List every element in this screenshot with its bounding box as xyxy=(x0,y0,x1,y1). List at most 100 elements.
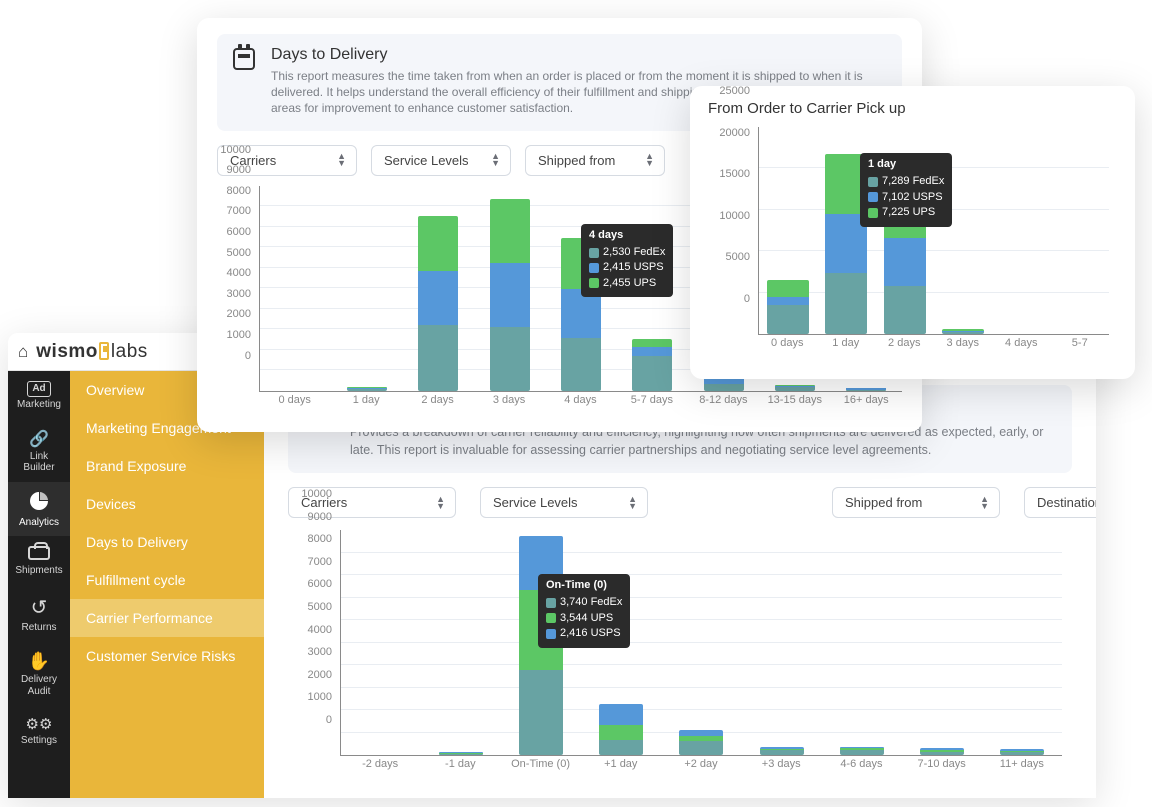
bar-segment[interactable] xyxy=(840,750,884,755)
filter-select-destination[interactable]: Destination▲▼ xyxy=(1024,487,1096,518)
rail-item-returns[interactable]: ↺ Returns xyxy=(8,585,70,642)
bar-segment[interactable] xyxy=(418,271,458,325)
axis-tick: 8-12 days xyxy=(688,394,759,416)
bar-segment[interactable] xyxy=(418,216,458,272)
bar-segment[interactable] xyxy=(418,325,458,391)
rail-label: LinkBuilder xyxy=(8,451,70,474)
axis-tick: 2 days xyxy=(875,337,934,359)
chevron-updown-icon: ▲▼ xyxy=(980,496,989,510)
rail-item-settings[interactable]: ⚙︎⚙︎ Settings xyxy=(8,705,70,755)
bar-segment[interactable] xyxy=(347,389,387,391)
bar-segment[interactable] xyxy=(632,356,672,391)
bar-segment[interactable] xyxy=(884,286,926,334)
bar-segment[interactable] xyxy=(846,390,886,391)
axis-tick: 16+ days xyxy=(831,394,902,416)
legend-swatch xyxy=(546,613,556,623)
subnav-item-brand-exposure[interactable]: Brand Exposure xyxy=(70,447,264,485)
bar-segment[interactable] xyxy=(767,305,809,334)
subnav-item-carrier-performance[interactable]: Carrier Performance xyxy=(70,599,264,637)
axis-tick: On-Time (0) xyxy=(500,758,580,780)
axis-tick: +2 day xyxy=(661,758,741,780)
bar-segment[interactable] xyxy=(490,327,530,391)
bar-segment[interactable] xyxy=(599,725,643,741)
axis-tick: 4 days xyxy=(545,394,616,416)
chart-tooltip: 4 days 2,530 FedEx 2,415 USPS 2,455 UPS xyxy=(581,224,673,298)
bar-segment[interactable] xyxy=(679,741,723,755)
subnav-item-fulfillment-cycle[interactable]: Fulfillment cycle xyxy=(70,561,264,599)
chevron-updown-icon: ▲▼ xyxy=(491,153,500,167)
legend-swatch xyxy=(589,248,599,258)
bar-segment[interactable] xyxy=(490,199,530,263)
bar-segment[interactable] xyxy=(599,740,643,755)
rail-item-marketing[interactable]: Ad Marketing xyxy=(8,371,70,419)
bar-segment[interactable] xyxy=(519,670,563,755)
bar-segment[interactable] xyxy=(561,338,601,390)
content-area: Carrier Performance Provides a breakdown… xyxy=(264,371,1096,798)
bar-segment[interactable] xyxy=(1000,752,1044,755)
order-to-pickup-chart: 05000100001500020000250000 days1 day2 da… xyxy=(706,127,1119,359)
subnav-item-devices[interactable]: Devices xyxy=(70,485,264,523)
legend-swatch xyxy=(868,208,878,218)
carrier-performance-chart: 0100020003000400050006000700080009000100… xyxy=(288,530,1072,780)
filter-select-service-levels[interactable]: Service Levels▲▼ xyxy=(371,145,511,176)
chevron-updown-icon: ▲▼ xyxy=(337,153,346,167)
report-title: Days to Delivery xyxy=(271,46,886,64)
filter-select-shipped-from[interactable]: Shipped from▲▼ xyxy=(832,487,1000,518)
axis-tick: 11+ days xyxy=(982,758,1062,780)
legend-swatch xyxy=(589,263,599,273)
axis-tick: 5-7 days xyxy=(616,394,687,416)
axis-tick: +1 day xyxy=(581,758,661,780)
subnav-item-days-to-delivery[interactable]: Days to Delivery xyxy=(70,523,264,561)
chart-tooltip: 1 day 7,289 FedEx 7,102 USPS 7,225 UPS xyxy=(860,153,952,227)
rail-item-delivery-audit[interactable]: ✋ DeliveryAudit xyxy=(8,641,70,705)
filter-row: Carriers▲▼Service Levels▲▼Shipped from▲▼… xyxy=(288,487,1072,530)
axis-tick: 7-10 days xyxy=(902,758,982,780)
bar-segment[interactable] xyxy=(704,384,744,390)
bar-segment[interactable] xyxy=(632,339,672,347)
axis-tick: 0 days xyxy=(758,337,817,359)
link-icon: 🔗 xyxy=(8,429,70,449)
ad-icon: Ad xyxy=(27,381,51,397)
secondary-nav: OverviewMarketing EngagementBrand Exposu… xyxy=(70,371,264,798)
legend-swatch xyxy=(868,177,878,187)
subnav-item-customer-service-risks[interactable]: Customer Service Risks xyxy=(70,637,264,675)
calendar-icon xyxy=(233,48,255,70)
bar-segment[interactable] xyxy=(825,273,867,334)
rail-item-analytics[interactable]: Analytics xyxy=(8,482,70,537)
bar-segment[interactable] xyxy=(632,347,672,355)
order-to-pickup-panel: From Order to Carrier Pick up 0500010000… xyxy=(690,86,1135,379)
filter-select-service-levels[interactable]: Service Levels▲▼ xyxy=(480,487,648,518)
legend-swatch xyxy=(546,598,556,608)
bar-segment[interactable] xyxy=(920,752,964,755)
bar-segment[interactable] xyxy=(884,238,926,285)
undo-icon: ↺ xyxy=(8,595,70,620)
rail-item-link-builder[interactable]: 🔗 LinkBuilder xyxy=(8,419,70,482)
axis-tick: 5-7 xyxy=(1051,337,1110,359)
bar-segment[interactable] xyxy=(599,704,643,724)
bar-segment[interactable] xyxy=(760,750,804,755)
hand-icon: ✋ xyxy=(8,651,70,672)
bar-segment[interactable] xyxy=(767,280,809,297)
chevron-updown-icon: ▲▼ xyxy=(645,153,654,167)
axis-tick: 3 days xyxy=(473,394,544,416)
axis-tick: 13-15 days xyxy=(759,394,830,416)
rail-label: DeliveryAudit xyxy=(8,674,70,697)
bar-segment[interactable] xyxy=(490,263,530,327)
gear-icon: ⚙︎⚙︎ xyxy=(8,715,70,733)
legend-swatch xyxy=(546,629,556,639)
axis-tick: +3 days xyxy=(741,758,821,780)
rail-item-shipments[interactable]: Shipments xyxy=(8,536,70,585)
bar-segment[interactable] xyxy=(775,387,815,391)
bar-segment[interactable] xyxy=(942,332,984,334)
chevron-updown-icon: ▲▼ xyxy=(628,496,637,510)
axis-tick: 2 days xyxy=(402,394,473,416)
axis-tick: 1 day xyxy=(817,337,876,359)
bar-segment[interactable] xyxy=(439,754,483,755)
home-icon[interactable]: ⌂ xyxy=(18,342,28,362)
panel-title: From Order to Carrier Pick up xyxy=(708,100,1117,117)
filter-select-shipped-from[interactable]: Shipped from▲▼ xyxy=(525,145,665,176)
axis-tick: 3 days xyxy=(934,337,993,359)
box-icon xyxy=(28,546,50,560)
bar-segment[interactable] xyxy=(767,297,809,305)
axis-tick: 4 days xyxy=(992,337,1051,359)
